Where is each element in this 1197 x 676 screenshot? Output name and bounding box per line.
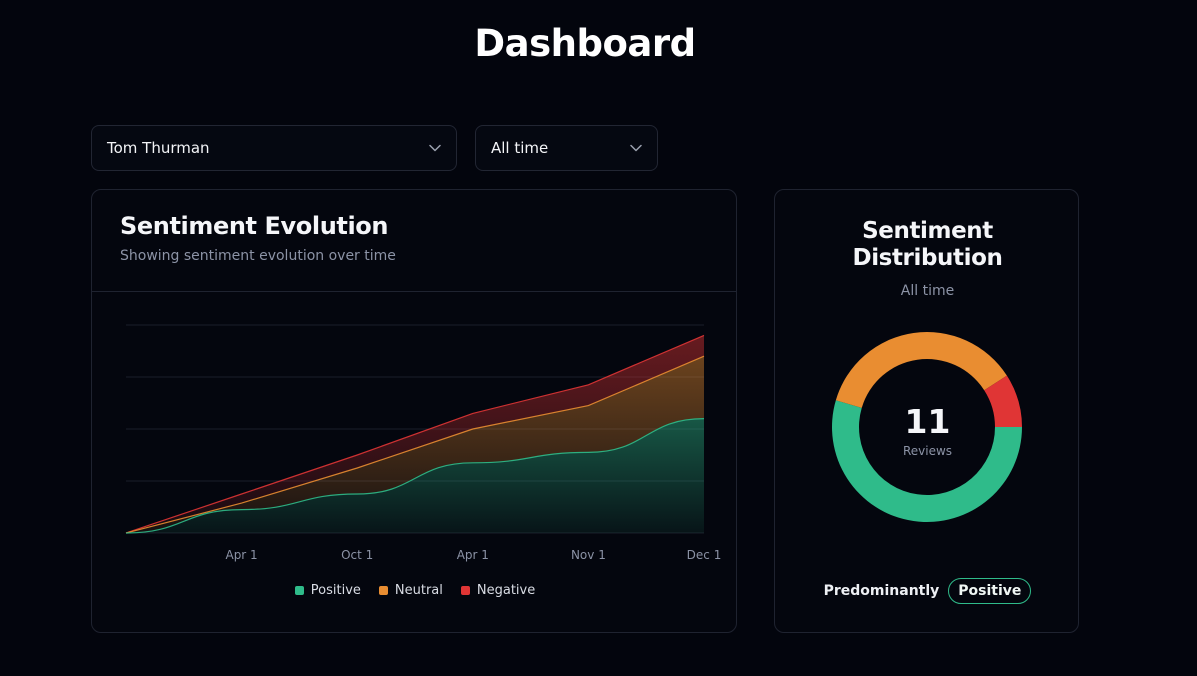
- user-select[interactable]: Tom Thurman: [91, 125, 457, 171]
- predominant-label: Predominantly: [823, 583, 940, 599]
- legend-swatch: [460, 586, 470, 595]
- legend-item-negative: Negative: [460, 583, 536, 598]
- legend-item-positive: Positive: [294, 583, 361, 598]
- legend-swatch: [294, 586, 304, 595]
- chevron-down-icon: [428, 141, 442, 155]
- x-tick-label: Apr 1: [457, 548, 489, 562]
- sentiment-distribution-card: Sentiment Distribution All time 11 Revie…: [774, 189, 1079, 633]
- time-range-value: All time: [491, 139, 549, 157]
- legend-item-neutral: Neutral: [378, 583, 443, 598]
- predominant-sentiment: Predominantly Positive: [775, 578, 1080, 604]
- review-count: 11: [904, 402, 951, 441]
- user-select-value: Tom Thurman: [107, 139, 210, 157]
- review-count-label: Reviews: [902, 444, 953, 458]
- chart-legend: Positive Neutral Negative: [92, 583, 738, 598]
- donut-slice-neutral: [835, 332, 1007, 408]
- legend-swatch: [378, 586, 388, 595]
- sentiment-evolution-chart: Apr 1 Oct 1 Apr 1 Nov 1 Dec 1: [125, 324, 722, 562]
- x-tick-label: Dec 1: [687, 548, 722, 562]
- x-tick-label: Apr 1: [225, 548, 257, 562]
- time-range-select[interactable]: All time: [475, 125, 658, 171]
- x-tick-label: Oct 1: [341, 548, 373, 562]
- legend-label: Neutral: [394, 583, 443, 598]
- status-badge: Positive: [948, 578, 1032, 604]
- chevron-down-icon: [629, 141, 643, 155]
- x-tick-label: Nov 1: [571, 548, 606, 562]
- sentiment-evolution-card: Sentiment Evolution Showing sentiment ev…: [91, 189, 737, 633]
- legend-label: Positive: [310, 583, 361, 598]
- legend-label: Negative: [476, 583, 536, 598]
- page-title: Dashboard: [474, 22, 696, 65]
